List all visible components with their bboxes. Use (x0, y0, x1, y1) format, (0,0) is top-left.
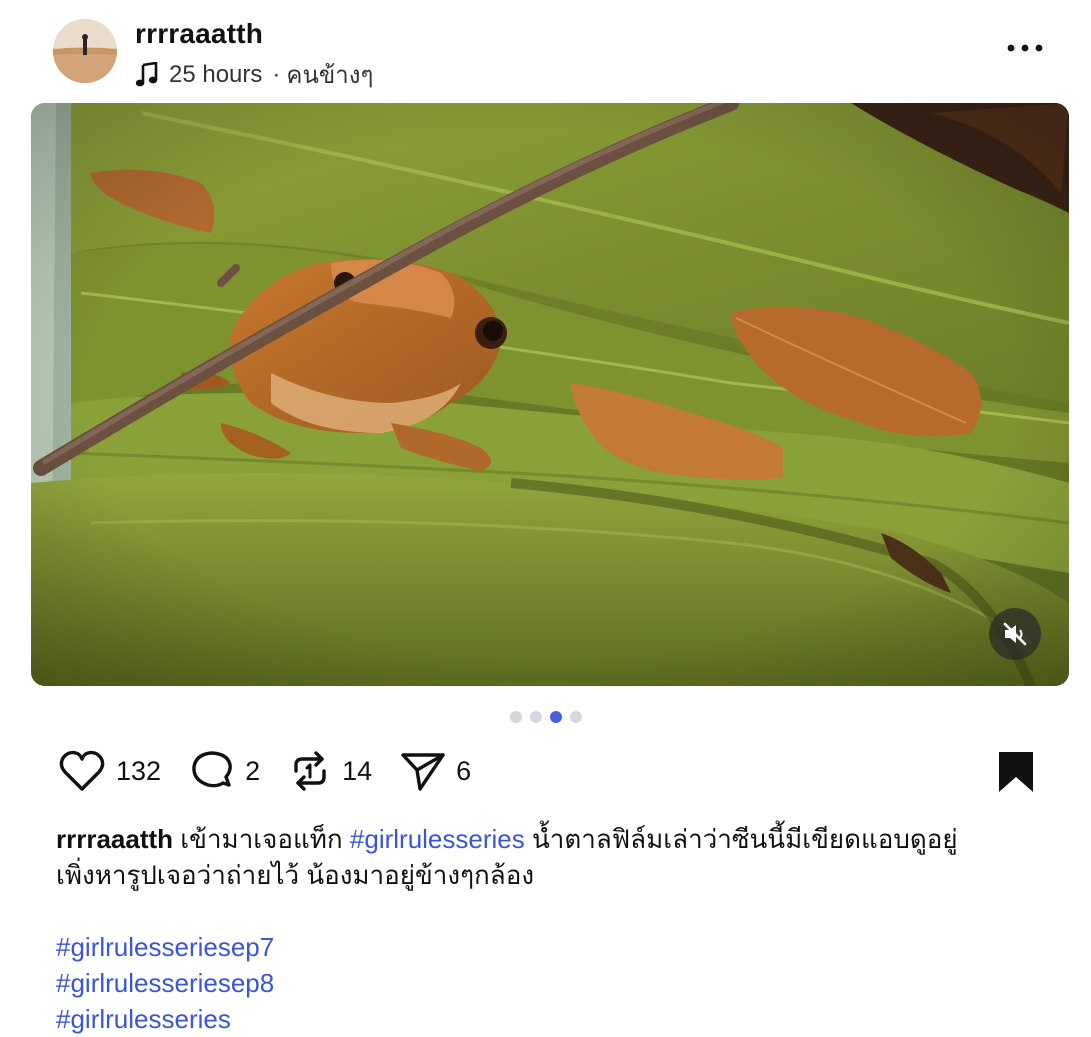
carousel-dot-active[interactable] (549, 711, 562, 723)
bookmark-button[interactable] (996, 750, 1036, 794)
caption-text: เพิ่งหารูปเจอว่าถ่ายไว้ น้องมาอยู่ข้างๆก… (56, 860, 535, 890)
frog-on-leaf-photo (31, 103, 1069, 686)
hashtag-link[interactable]: #girlrulesseries (350, 824, 525, 854)
carousel-dot[interactable] (569, 711, 582, 723)
like-button[interactable]: 132 (58, 749, 161, 793)
mute-toggle-button[interactable] (989, 608, 1041, 660)
avatar[interactable] (53, 19, 117, 83)
repost-icon (294, 751, 326, 791)
repost-count: 14 (342, 755, 373, 786)
hashtag-link[interactable]: #girlrulesseriesep7 (56, 929, 274, 965)
username[interactable]: rrrraaatth (135, 18, 263, 50)
share-count: 6 (456, 755, 472, 786)
more-options-button[interactable] (1002, 32, 1048, 64)
comment-count: 2 (245, 755, 261, 786)
speaker-muted-icon (1003, 622, 1027, 646)
carousel-dot[interactable] (529, 711, 542, 723)
heart-icon (59, 750, 105, 791)
send-paper-plane-icon (401, 753, 445, 791)
share-button[interactable]: 6 (400, 749, 471, 793)
meta-separator: · (272, 60, 281, 88)
avatar-image (53, 19, 117, 83)
bookmark-filled-icon (999, 752, 1033, 792)
hashtag-link[interactable]: #girlrulesseriesep8 (56, 965, 274, 1001)
post-header: rrrraaatth 25 hours · คนข้างๆ (0, 0, 1091, 100)
post-media[interactable] (31, 103, 1069, 686)
caption-author[interactable]: rrrraaatth (56, 824, 173, 854)
repost-button[interactable]: 14 (288, 749, 372, 793)
hashtag-link[interactable]: #girlrulesseries (56, 1001, 274, 1037)
like-count: 132 (116, 755, 162, 786)
comment-bubble-icon (192, 751, 232, 788)
carousel-dot[interactable] (509, 711, 522, 723)
post-actions: 132 2 14 6 (58, 748, 499, 794)
post-caption: rrrraaatth เข้ามาเจอแท็ก #girlrulesserie… (56, 821, 1046, 893)
more-horizontal-icon (1007, 44, 1043, 52)
hashtag-list: #girlrulesseriesep7 #girlrulesseriesep8 … (56, 929, 274, 1037)
caption-text: เข้ามาเจอแท็ก (180, 824, 343, 854)
audience-label[interactable]: คนข้างๆ (286, 55, 373, 94)
carousel-indicator (0, 711, 1091, 723)
music-note-icon (135, 60, 159, 88)
comment-button[interactable]: 2 (189, 749, 260, 793)
post-time: 25 hours (169, 60, 263, 88)
post-meta: 25 hours · คนข้างๆ (135, 55, 373, 94)
caption-text: น้ำตาลฟิล์มเล่าว่าซีนนี้มีเขียดแอบดูอยู่ (531, 824, 958, 854)
